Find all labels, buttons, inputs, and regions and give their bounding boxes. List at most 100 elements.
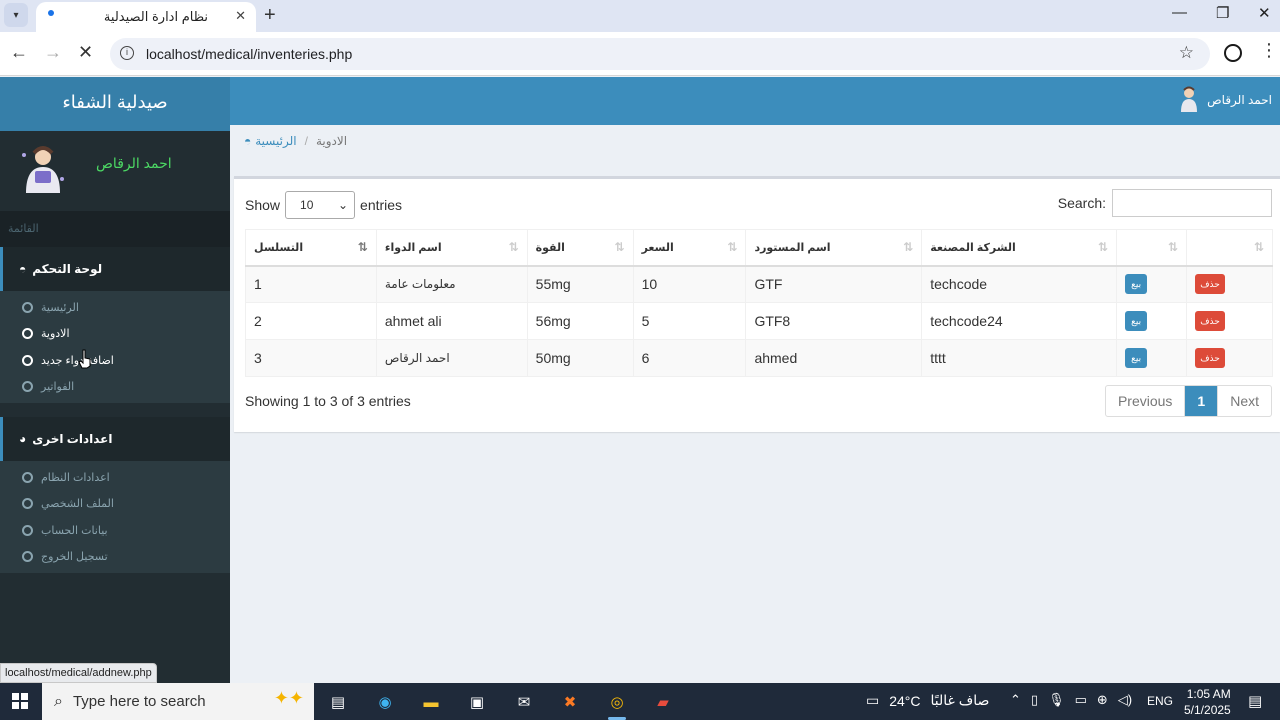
circle-icon	[22, 381, 33, 393]
previous-button[interactable]: Previous	[1106, 386, 1186, 416]
windows-taskbar: ⌕ Type here to search ✦✦ ▤ ◉ ▬ ▣ ✉ ✖ ◎ ▰…	[0, 683, 1280, 720]
profile-icon[interactable]	[1224, 44, 1242, 62]
circle-icon	[22, 551, 33, 563]
minimize-icon[interactable]: —	[1172, 4, 1187, 21]
sidebar-group-dashboard[interactable]: ◓ لوحة التحكم	[0, 247, 230, 291]
loading-spinner-icon	[48, 10, 54, 16]
recorder-icon[interactable]: ▰	[649, 688, 677, 716]
delete-button[interactable]: حذف	[1195, 348, 1226, 368]
device-icon[interactable]: ▯	[1031, 692, 1038, 708]
sell-button[interactable]: بيع	[1125, 348, 1148, 368]
table-search: Search:	[1058, 189, 1272, 217]
col-delete[interactable]: ⇅	[1186, 229, 1273, 267]
delete-button[interactable]: حذف	[1195, 274, 1226, 295]
sidebar-item-logout[interactable]: تسجيل الخروج	[0, 544, 230, 571]
chevron-up-icon[interactable]: ⌃	[1010, 692, 1021, 708]
sidebar-user-name: احمد الرقاص	[96, 155, 172, 171]
sidebar-item-invoices[interactable]: الفواتير	[0, 374, 230, 401]
sort-icon: ⇅	[357, 240, 368, 254]
address-bar: ← → ✕ i localhost/medical/inventeries.ph…	[0, 32, 1280, 76]
status-url-bubble: localhost/medical/addnew.php	[0, 663, 157, 683]
windows-start-icon[interactable]	[12, 693, 28, 709]
sidebar-item-profile[interactable]: الملف الشخصي	[0, 491, 230, 518]
bookmark-star-icon[interactable]: ☆	[1179, 43, 1194, 63]
microphone-icon[interactable]: 🎙	[1048, 692, 1065, 708]
browser-tab[interactable]: نظام ادارة الصيدلية ✕	[36, 2, 256, 32]
chrome-icon[interactable]: ◎	[603, 688, 631, 720]
tab-close-icon[interactable]: ✕	[235, 8, 246, 24]
sidebar-item-system-settings[interactable]: اعدادات النظام	[0, 464, 230, 491]
entries-select[interactable]: 10 ⌄	[285, 191, 356, 219]
sell-button[interactable]: بيع	[1125, 274, 1148, 295]
battery-icon[interactable]: ▭	[1075, 692, 1087, 708]
sidebar-group-label: لوحة التحكم	[32, 262, 103, 276]
col-importer[interactable]: اسم المستورد ⇅	[745, 229, 923, 267]
search-input[interactable]	[1112, 189, 1272, 217]
taskbar-search-placeholder: Type here to search	[72, 693, 206, 710]
sidebar: احمد الرقاص القائمة ◓ لوحة التحكم الرئيس…	[0, 131, 230, 683]
browser-tabbar: ▾ نظام ادارة الصيدلية ✕ + — ❐ ✕	[0, 0, 1280, 32]
restore-icon[interactable]: ❐	[1216, 4, 1229, 22]
medicines-box: Show 10 ⌄ entries Search: التسلسل ⇅ اسم ا…	[234, 176, 1280, 432]
edge-icon[interactable]: ◉	[371, 688, 399, 716]
url-text[interactable]: localhost/medical/inventeries.php	[146, 46, 352, 62]
delete-button[interactable]: حذف	[1195, 311, 1226, 331]
table-row: 2 ahmet ali 56mg 5 GTF8 techcode24 بيع ح…	[245, 302, 1273, 340]
sidebar-item-medicines[interactable]: الادوية	[0, 321, 230, 348]
col-sell[interactable]: ⇅	[1116, 229, 1188, 267]
window-close-icon[interactable]: ✕	[1258, 4, 1271, 22]
dashboard-icon: ◓	[19, 262, 27, 276]
sidebar-group-settings[interactable]: ◕ اعدادات اخرى	[0, 417, 230, 461]
table-info: Showing 1 to 3 of 3 entries	[245, 393, 411, 409]
language-indicator[interactable]: ENG	[1147, 694, 1173, 708]
mail-icon[interactable]: ✉	[510, 688, 538, 716]
menu-kebab-icon[interactable]: ⋮	[1260, 40, 1278, 61]
back-arrow-icon[interactable]: ←	[10, 42, 28, 63]
sidebar-submenu: اعدادات النظام الملف الشخصي بيانات الحسا…	[0, 461, 230, 573]
forward-arrow-icon[interactable]: →	[44, 42, 62, 63]
sidebar-item-add-medicine[interactable]: اضافة دواء جديد	[0, 347, 230, 374]
pagination: Previous 1 Next	[1104, 385, 1272, 417]
sell-button[interactable]: بيع	[1125, 311, 1148, 331]
sparkle-icon: ✦✦	[273, 688, 304, 708]
sidebar-item-home[interactable]: الرئيسية	[0, 294, 230, 321]
circle-icon	[22, 328, 33, 340]
circle-icon	[22, 354, 33, 366]
new-tab-plus-icon[interactable]: +	[264, 4, 276, 27]
url-omnibox[interactable]: i localhost/medical/inventeries.php ☆	[110, 38, 1210, 70]
file-explorer-icon[interactable]: ▬	[417, 688, 445, 716]
table-row: 1 معلومات عامة 55mg 10 GTF techcode بيع …	[245, 265, 1273, 303]
sort-icon: ⇅	[1098, 240, 1109, 254]
circle-icon	[22, 471, 33, 483]
user-avatar-icon[interactable]	[1178, 86, 1200, 112]
col-name[interactable]: اسم الدواء ⇅	[375, 229, 528, 267]
network-globe-icon[interactable]: ⊕	[1097, 692, 1108, 708]
taskbar-search[interactable]: ⌕ Type here to search ✦✦	[42, 683, 314, 720]
stop-loading-icon[interactable]: ✕	[78, 42, 93, 63]
notifications-icon[interactable]: ▤	[1248, 692, 1262, 710]
sort-icon: ⇅	[903, 240, 914, 254]
next-button[interactable]: Next	[1217, 386, 1271, 416]
sort-icon: ⇅	[1167, 240, 1179, 254]
col-company[interactable]: الشركة المصنعة ⇅	[921, 229, 1118, 267]
col-strength[interactable]: القوة ⇅	[526, 229, 634, 267]
col-serial[interactable]: التسلسل ⇅	[245, 229, 377, 267]
tab-search-chevron-icon[interactable]: ▾	[4, 3, 28, 27]
user-avatar-icon	[22, 146, 64, 193]
xampp-icon[interactable]: ✖	[556, 688, 584, 716]
col-price[interactable]: السعر ⇅	[632, 229, 747, 267]
weather-widget[interactable]: ▭ 24°C صاف غالبًا	[866, 692, 989, 709]
sidebar-group-label: اعدادات اخرى	[32, 432, 113, 446]
circle-icon	[22, 301, 33, 313]
app-logo[interactable]: صيدلية الشفاء	[0, 77, 230, 131]
sidebar-item-account[interactable]: بيانات الحساب	[0, 517, 230, 544]
sidebar-submenu: الرئيسية الادوية اضافة دواء جديد الفواتي…	[0, 291, 230, 403]
task-view-icon[interactable]: ▤	[324, 688, 352, 716]
clock[interactable]: 1:05 AM 5/1/2025	[1184, 686, 1231, 718]
site-info-icon[interactable]: i	[120, 46, 134, 60]
store-icon[interactable]: ▣	[463, 688, 491, 716]
top-user-name[interactable]: احمد الرقاص	[1207, 93, 1272, 107]
breadcrumb-home[interactable]: ◓ الرئيسية	[244, 134, 297, 148]
page-1-button[interactable]: 1	[1185, 386, 1218, 416]
volume-icon[interactable]: ◁)	[1118, 692, 1132, 708]
